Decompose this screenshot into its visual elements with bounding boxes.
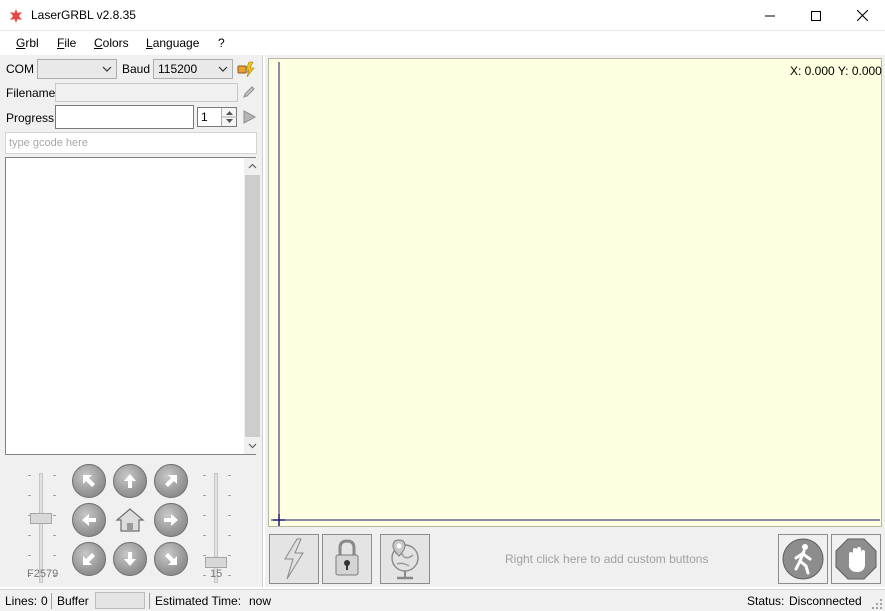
menu-language[interactable]: Language xyxy=(146,36,199,50)
speed-slider-track[interactable] xyxy=(39,473,43,583)
step-value-label: 15 xyxy=(210,568,223,580)
custom-buttons-hint[interactable]: Right click here to add custom buttons xyxy=(505,552,708,566)
globe-pin-icon xyxy=(391,539,419,580)
pencil-icon xyxy=(243,86,255,98)
baud-label: Baud xyxy=(122,62,151,76)
run-program-button[interactable] xyxy=(241,109,257,125)
open-file-button[interactable] xyxy=(241,84,257,100)
lines-label: Lines: xyxy=(5,594,38,608)
menu-colors[interactable]: Colors xyxy=(94,36,129,50)
jog-down-left-button[interactable] xyxy=(72,542,106,576)
speed-value-label: F2579 xyxy=(27,568,59,580)
maximize-button[interactable] xyxy=(793,0,839,31)
baud-rate-value: 115200 xyxy=(158,62,198,76)
menu-grbl[interactable]: Grbl xyxy=(16,36,39,50)
menu-help[interactable]: ? xyxy=(218,36,225,50)
status-bar: Lines: 0 Buffer Estimated Time: now Stat… xyxy=(0,589,885,611)
com-port-select[interactable] xyxy=(37,59,117,79)
progress-bar xyxy=(55,105,194,129)
status-value: Disconnected xyxy=(789,594,862,608)
origin-axes xyxy=(271,62,880,526)
arrow-down-icon xyxy=(124,552,136,566)
com-label: COM xyxy=(6,62,34,76)
jog-up-left-button[interactable] xyxy=(72,464,106,498)
buffer-label: Buffer xyxy=(57,594,89,608)
estimated-time-value: now xyxy=(249,594,272,608)
chevron-down-icon xyxy=(218,66,228,72)
walking-man-icon xyxy=(782,538,824,580)
copies-stepper[interactable]: 1 xyxy=(197,107,237,127)
speed-slider-thumb[interactable] xyxy=(30,512,52,524)
laser-leaf-icon xyxy=(8,8,24,24)
filename-label: Filename xyxy=(6,86,56,100)
copies-value: 1 xyxy=(201,110,208,124)
resume-button[interactable] xyxy=(778,534,828,584)
jog-right-button[interactable] xyxy=(154,503,188,537)
baud-rate-select[interactable]: 115200 xyxy=(153,59,233,79)
arrow-right-icon xyxy=(164,514,178,526)
step-slider-thumb[interactable] xyxy=(205,557,227,569)
minimize-icon xyxy=(765,15,775,16)
resize-grip-icon[interactable] xyxy=(871,598,883,610)
jog-up-button[interactable] xyxy=(113,464,147,498)
filename-field[interactable] xyxy=(55,83,238,102)
status-label: Status: xyxy=(747,594,785,608)
unlock-button[interactable] xyxy=(322,534,372,584)
chevron-down-icon[interactable] xyxy=(248,441,257,450)
chevron-up-icon[interactable] xyxy=(248,162,257,171)
maximize-icon xyxy=(811,10,821,21)
set-origin-button[interactable] xyxy=(380,534,430,584)
stop-button[interactable] xyxy=(831,534,881,584)
arrow-up-left-icon xyxy=(83,475,95,487)
arrow-left-icon xyxy=(82,514,96,526)
menu-bar: Grbl File Colors Language ? xyxy=(0,32,885,54)
jog-down-button[interactable] xyxy=(113,542,147,576)
gcode-input-placeholder: type gcode here xyxy=(9,137,88,149)
close-button[interactable] xyxy=(839,0,885,31)
coordinate-readout: X: 0.000 Y: 0.000 xyxy=(790,64,882,78)
scroll-thumb[interactable] xyxy=(245,175,260,437)
arrow-down-left-icon xyxy=(83,553,95,565)
close-icon xyxy=(856,10,868,21)
padlock-icon xyxy=(335,539,359,576)
command-log[interactable] xyxy=(5,157,261,455)
jog-down-right-button[interactable] xyxy=(154,542,188,576)
arrow-up-right-icon xyxy=(165,475,177,487)
connect-plug-icon xyxy=(237,61,255,78)
jog-left-button[interactable] xyxy=(72,503,106,537)
gcode-input[interactable]: type gcode here xyxy=(5,132,257,154)
lightning-icon xyxy=(284,538,304,580)
reset-grbl-button[interactable] xyxy=(269,534,319,584)
home-icon xyxy=(115,508,145,532)
arrow-up-icon xyxy=(124,474,136,488)
stepper-arrows-icon xyxy=(222,111,237,123)
window-title: LaserGRBL v2.8.35 xyxy=(31,8,136,22)
menu-file[interactable]: File xyxy=(57,36,76,50)
progress-label: Progress xyxy=(6,111,55,125)
buffer-bar xyxy=(95,592,145,609)
jog-up-right-button[interactable] xyxy=(154,464,188,498)
title-bar[interactable]: LaserGRBL v2.8.35 xyxy=(0,0,885,31)
estimated-time-label: Estimated Time: xyxy=(155,594,242,608)
lines-value: 0 xyxy=(41,594,48,608)
minimize-button[interactable] xyxy=(747,0,793,31)
arrow-down-right-icon xyxy=(165,553,177,565)
log-scrollbar[interactable] xyxy=(244,158,261,454)
play-icon xyxy=(243,110,257,124)
preview-canvas[interactable] xyxy=(268,58,882,527)
chevron-down-icon xyxy=(102,66,112,72)
stop-hand-icon xyxy=(835,538,877,580)
connect-button[interactable] xyxy=(236,59,256,79)
home-button[interactable] xyxy=(113,503,147,537)
control-panel: COM Baud 115200 Filename Progress 1 type… xyxy=(0,55,263,587)
